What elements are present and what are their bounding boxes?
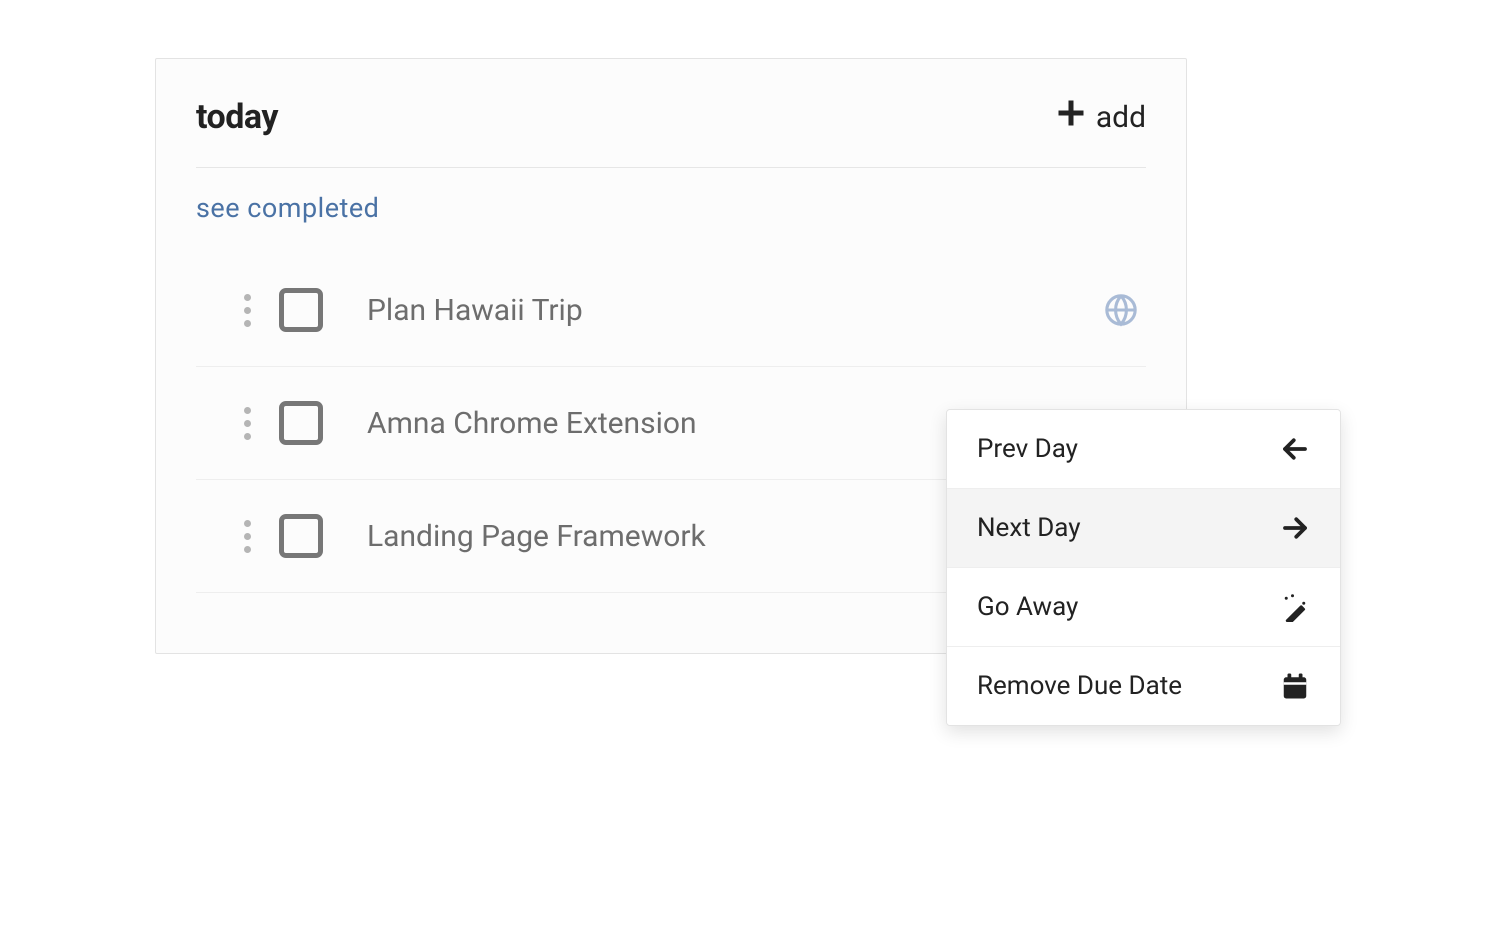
task-row: Plan Hawaii Trip [196, 254, 1146, 367]
menu-item-label: Prev Day [977, 434, 1078, 464]
globe-icon[interactable] [1104, 293, 1138, 327]
arrow-left-icon [1280, 434, 1310, 464]
menu-item-prev-day[interactable]: Prev Day [947, 410, 1340, 489]
task-label[interactable]: Plan Hawaii Trip [367, 293, 1104, 328]
calendar-icon [1280, 671, 1310, 701]
card-header: today add [196, 97, 1146, 168]
drag-handle-icon[interactable] [244, 294, 251, 327]
magic-wand-icon [1280, 592, 1310, 622]
context-menu: Prev Day Next Day Go Away Remove Due Dat… [946, 409, 1341, 726]
page-title: today [196, 97, 278, 137]
see-completed-link[interactable]: see completed [196, 192, 379, 224]
menu-item-remove-due-date[interactable]: Remove Due Date [947, 647, 1340, 725]
menu-item-label: Go Away [977, 592, 1078, 622]
menu-item-next-day[interactable]: Next Day [947, 489, 1340, 568]
menu-item-label: Next Day [977, 513, 1081, 543]
menu-item-label: Remove Due Date [977, 671, 1182, 701]
plus-icon [1056, 97, 1086, 137]
today-card: today add see completed Plan Hawaii Trip… [155, 58, 1187, 654]
arrow-right-icon [1280, 513, 1310, 543]
task-checkbox[interactable] [279, 288, 323, 332]
drag-handle-icon[interactable] [244, 520, 251, 553]
add-button-label: add [1096, 100, 1146, 135]
task-checkbox[interactable] [279, 514, 323, 558]
add-button[interactable]: add [1056, 97, 1146, 137]
task-checkbox[interactable] [279, 401, 323, 445]
drag-handle-icon[interactable] [244, 407, 251, 440]
menu-item-go-away[interactable]: Go Away [947, 568, 1340, 647]
